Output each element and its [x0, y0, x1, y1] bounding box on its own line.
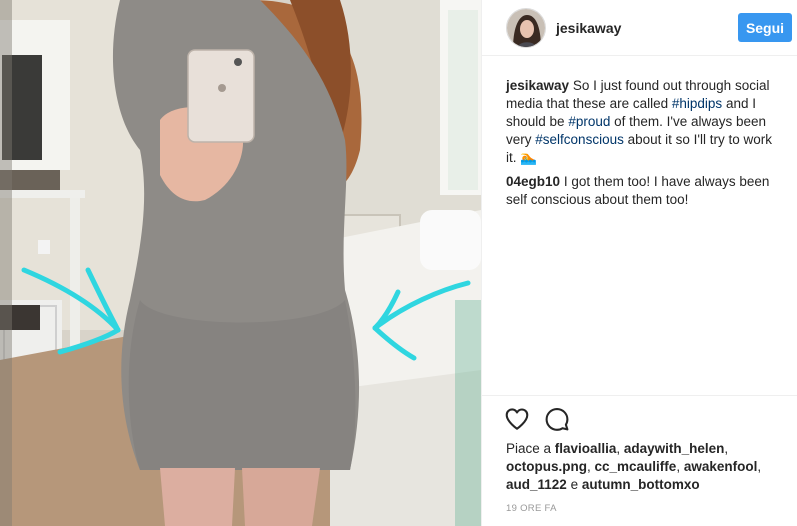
caption-author[interactable]: jesikaway — [506, 78, 569, 93]
post-actions: Piace a flavioallia, adaywith_helen, oct… — [482, 395, 797, 526]
post-photo[interactable] — [0, 0, 481, 526]
liker-username[interactable]: autumn_bottomxo — [582, 477, 700, 492]
post-author-username[interactable]: jesikaway — [556, 20, 621, 36]
post-timestamp[interactable]: 19 ORE FA — [506, 503, 557, 514]
caption-comment: jesikaway So I just found out through so… — [506, 77, 786, 167]
comment-author[interactable]: 04egb10 — [506, 174, 560, 189]
liker-username[interactable]: adaywith_helen — [624, 441, 725, 456]
liker-username[interactable]: aud_1122 — [506, 477, 567, 492]
hashtag-proud[interactable]: #proud — [568, 114, 610, 129]
hashtag-hipdips[interactable]: #hipdips — [672, 96, 722, 111]
liker-username[interactable]: cc_mcauliffe — [595, 459, 677, 474]
list-item: 04egb10 I got them too! I have always be… — [506, 173, 786, 209]
comment-bubble-icon-glyph — [545, 408, 569, 431]
heart-icon-glyph — [505, 408, 529, 430]
follow-button[interactable]: Segui — [738, 13, 792, 42]
likes-summary: Piace a flavioallia, adaywith_helen, oct… — [506, 441, 762, 492]
comments-list: jesikaway So I just found out through so… — [506, 77, 786, 215]
avatar-image — [507, 9, 545, 47]
likes-conjunction: e — [570, 477, 579, 492]
liker-username[interactable]: flavioallia — [555, 441, 617, 456]
swimmer-emoji: 🏊 — [520, 150, 538, 165]
likes-prefix: Piace a — [506, 441, 552, 456]
avatar[interactable] — [506, 8, 546, 48]
liker-username[interactable]: octopus.png — [506, 459, 587, 474]
hashtag-selfconscious[interactable]: #selfconscious — [535, 132, 624, 147]
comment-bubble-icon[interactable] — [544, 406, 570, 432]
post-header: jesikaway Segui — [482, 0, 797, 56]
mirror-selfie-image — [0, 0, 481, 526]
heart-icon[interactable] — [504, 406, 530, 432]
liker-username[interactable]: awakenfool — [684, 459, 758, 474]
post-sidebar: jesikaway Segui jesikaway So I just foun… — [481, 0, 797, 526]
